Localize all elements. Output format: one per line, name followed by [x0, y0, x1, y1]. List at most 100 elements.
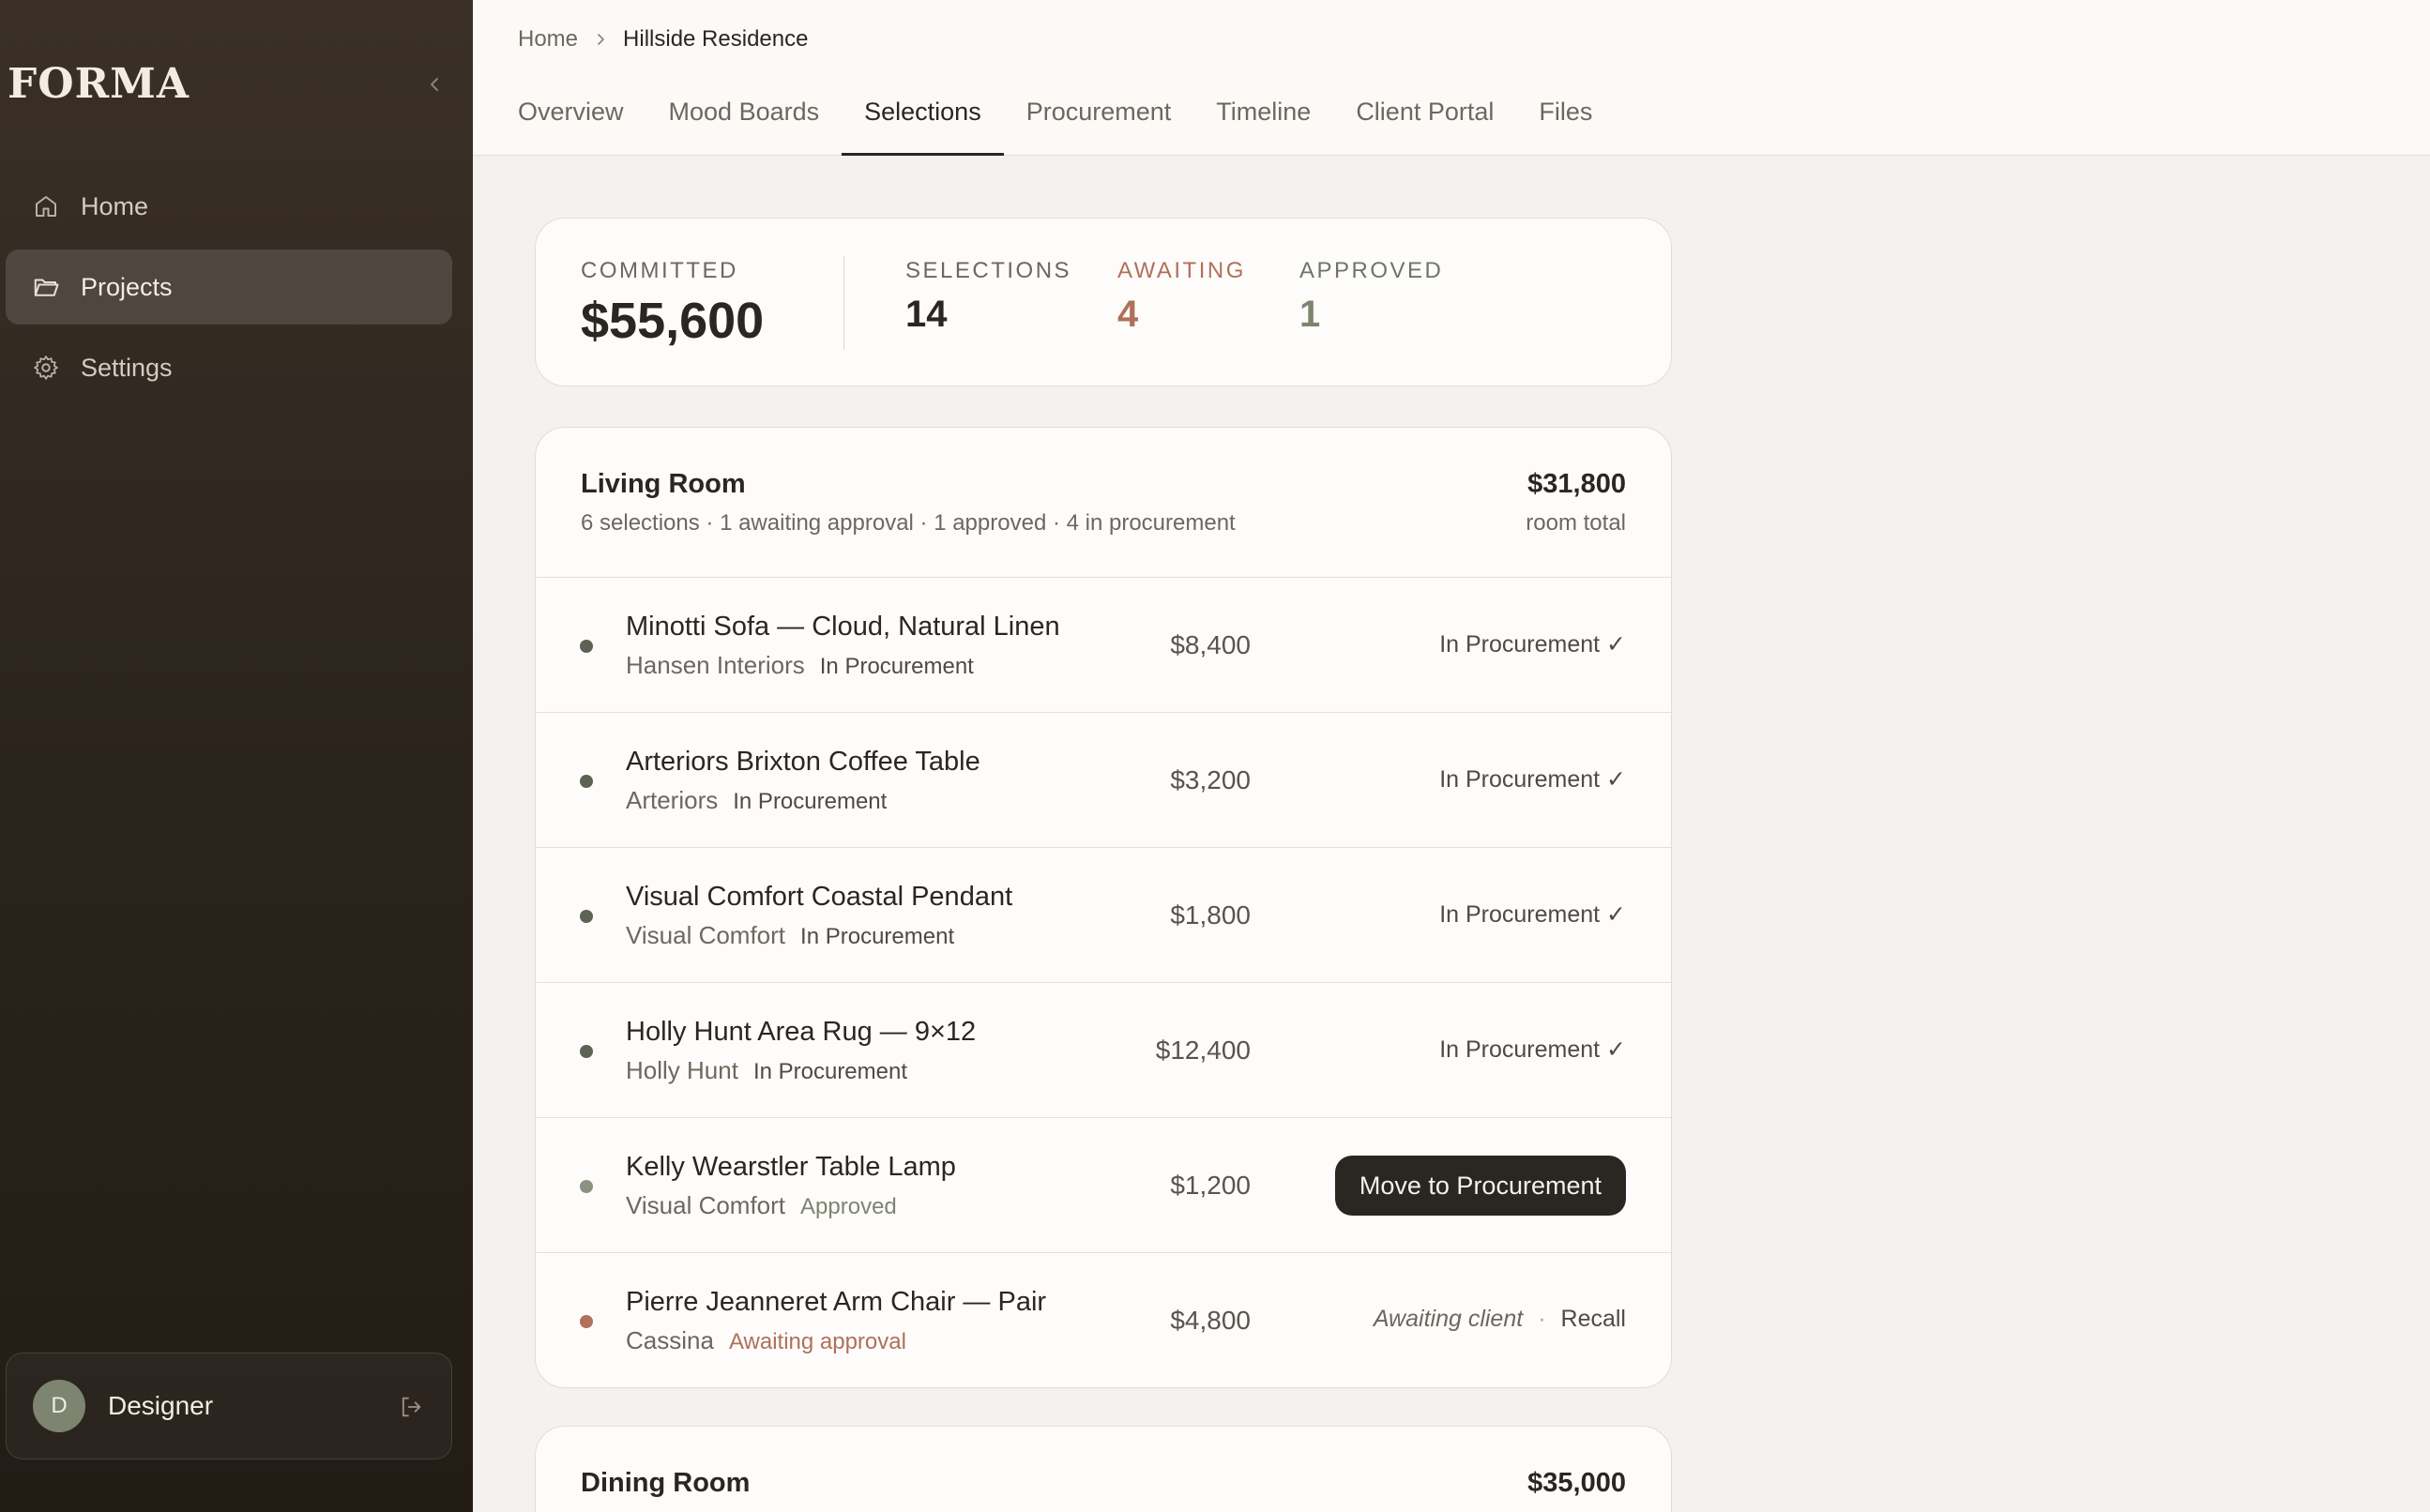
stat-label: APPROVED — [1299, 258, 1444, 283]
room-total: $31,800 — [1527, 469, 1626, 499]
room-total: $35,000 — [1527, 1468, 1626, 1498]
status-dot — [580, 910, 593, 923]
status-dot — [580, 1315, 593, 1328]
selection-row[interactable]: Arteriors Brixton Coffee Table Arteriors… — [536, 713, 1671, 848]
logout-button[interactable] — [395, 1391, 427, 1423]
item-name: Holly Hunt Area Rug — 9×12 — [626, 1017, 977, 1047]
room-title: Dining Room — [581, 1468, 751, 1498]
approved-stat: APPROVED 1 — [1299, 258, 1443, 336]
tab-overview[interactable]: Overview — [495, 90, 646, 156]
user-name: Designer — [108, 1391, 214, 1420]
tab-files[interactable]: Files — [1516, 90, 1615, 156]
stat-label: COMMITTED — [581, 258, 738, 283]
stat-label: AWAITING — [1117, 258, 1246, 283]
vendor: Cassina — [626, 1326, 714, 1354]
item-sub: Visual Comfort In Procurement — [626, 921, 954, 950]
item-price: $8,400 — [1170, 630, 1251, 659]
vendor: Visual Comfort — [626, 921, 786, 949]
collapse-sidebar-button[interactable] — [420, 69, 450, 99]
tab-timeline[interactable]: Timeline — [1193, 90, 1333, 156]
item-sub: Hansen Interiors In Procurement — [626, 651, 974, 680]
selection-row[interactable]: Holly Hunt Area Rug — 9×12 Holly Hunt In… — [536, 983, 1671, 1118]
room-total-label: room total — [1526, 510, 1626, 536]
gear-icon — [30, 352, 62, 384]
item-price: $12,400 — [1155, 1036, 1251, 1065]
item-sub: Visual Comfort Approved — [626, 1191, 897, 1220]
tab-selections[interactable]: Selections — [842, 90, 1004, 156]
stat-label: SELECTIONS — [905, 258, 1072, 283]
item-name: Pierre Jeanneret Arm Chair — Pair — [626, 1287, 1047, 1317]
sidebar-item-label: Home — [81, 191, 149, 220]
selection-row[interactable]: Pierre Jeanneret Arm Chair — Pair Cassin… — [536, 1253, 1671, 1387]
status-dot — [580, 1180, 593, 1193]
item-sub: Cassina Awaiting approval — [626, 1326, 906, 1355]
item-price: $1,200 — [1170, 1171, 1251, 1200]
home-icon — [30, 190, 62, 222]
tab-mood-boards[interactable]: Mood Boards — [646, 90, 843, 156]
status-tag: Awaiting approval — [728, 1329, 906, 1354]
sidebar-item-projects[interactable]: Projects — [6, 249, 452, 325]
tab-procurement[interactable]: Procurement — [1004, 90, 1194, 156]
vendor: Holly Hunt — [626, 1056, 738, 1084]
item-name: Visual Comfort Coastal Pendant — [626, 882, 1013, 912]
item-name: Minotti Sofa — Cloud, Natural Linen — [626, 612, 1060, 642]
committed-stat: COMMITTED $55,600 — [581, 258, 764, 350]
status-tag: In Procurement — [752, 1059, 908, 1084]
room-card-living-room: Living Room 6 selections · 1 awaiting ap… — [535, 427, 1672, 1388]
stat-value: $55,600 — [581, 293, 765, 349]
recall-link[interactable]: Recall — [1561, 1306, 1626, 1333]
stat-value: 1 — [1299, 294, 1321, 335]
status-dot — [580, 775, 593, 788]
vendor: Arteriors — [626, 786, 719, 814]
row-status: In Procurement ✓ — [1439, 901, 1626, 928]
item-name: Kelly Wearstler Table Lamp — [626, 1152, 956, 1182]
sidebar-item-home[interactable]: Home — [6, 169, 452, 244]
status-tag: In Procurement — [733, 789, 888, 814]
tab-client-portal[interactable]: Client Portal — [1333, 90, 1516, 156]
item-name: Arteriors Brixton Coffee Table — [626, 747, 980, 777]
item-sub: Holly Hunt In Procurement — [626, 1056, 907, 1085]
item-price: $3,200 — [1170, 765, 1251, 794]
awaiting-actions: Awaiting client · Recall — [1374, 1306, 1626, 1333]
stat-value: 4 — [1117, 294, 1139, 335]
stat-value: 14 — [905, 294, 948, 335]
sidebar-nav: Home Projects Settings — [6, 169, 452, 411]
breadcrumb-current: Hillside Residence — [623, 26, 809, 52]
room-card-dining-room: Dining Room $35,000 — [535, 1426, 1672, 1512]
sidebar-item-settings[interactable]: Settings — [6, 330, 452, 405]
move-to-procurement-button[interactable]: Move to Procurement — [1334, 1156, 1626, 1216]
room-title: Living Room — [581, 469, 746, 499]
status-tag: In Procurement — [800, 924, 955, 949]
selection-row[interactable]: Visual Comfort Coastal Pendant Visual Co… — [536, 848, 1671, 983]
selection-row[interactable]: Minotti Sofa — Cloud, Natural Linen Hans… — [536, 578, 1671, 713]
vendor: Visual Comfort — [626, 1191, 786, 1219]
sidebar-item-label: Settings — [81, 353, 173, 382]
chevron-right-icon — [593, 32, 608, 47]
avatar: D — [33, 1380, 85, 1432]
status-tag: Approved — [800, 1194, 897, 1219]
breadcrumb-home-link[interactable]: Home — [518, 26, 578, 53]
divider — [843, 256, 844, 350]
row-status: In Procurement ✓ — [1439, 1036, 1626, 1063]
item-price: $4,800 — [1170, 1306, 1251, 1335]
chevron-left-icon — [431, 78, 438, 91]
selection-row[interactable]: Kelly Wearstler Table Lamp Visual Comfor… — [536, 1118, 1671, 1253]
summary-card: COMMITTED $55,600 SELECTIONS 14 AWAITING… — [535, 218, 1672, 386]
user-card[interactable]: D Designer — [6, 1353, 452, 1459]
page-header: Home Hillside Residence Overview Mood Bo… — [473, 0, 2430, 156]
vendor: Hansen Interiors — [626, 651, 805, 679]
project-tabs: Overview Mood Boards Selections Procurem… — [495, 90, 1615, 156]
awaiting-stat: AWAITING 4 — [1117, 258, 1246, 336]
folder-icon — [30, 271, 62, 303]
room-meta: 6 selections · 1 awaiting approval · 1 a… — [581, 510, 1236, 536]
status-dot — [580, 640, 593, 653]
sidebar: FORMA Home Projects Settings D Designer — [0, 0, 473, 1512]
row-status: In Procurement ✓ — [1439, 766, 1626, 793]
separator: · — [1538, 1306, 1546, 1332]
item-sub: Arteriors In Procurement — [626, 786, 887, 815]
app-logo: FORMA — [8, 60, 190, 108]
breadcrumb: Home Hillside Residence — [518, 26, 808, 53]
status-dot — [580, 1045, 593, 1058]
status-tag: In Procurement — [819, 654, 974, 679]
item-price: $1,800 — [1170, 900, 1251, 930]
